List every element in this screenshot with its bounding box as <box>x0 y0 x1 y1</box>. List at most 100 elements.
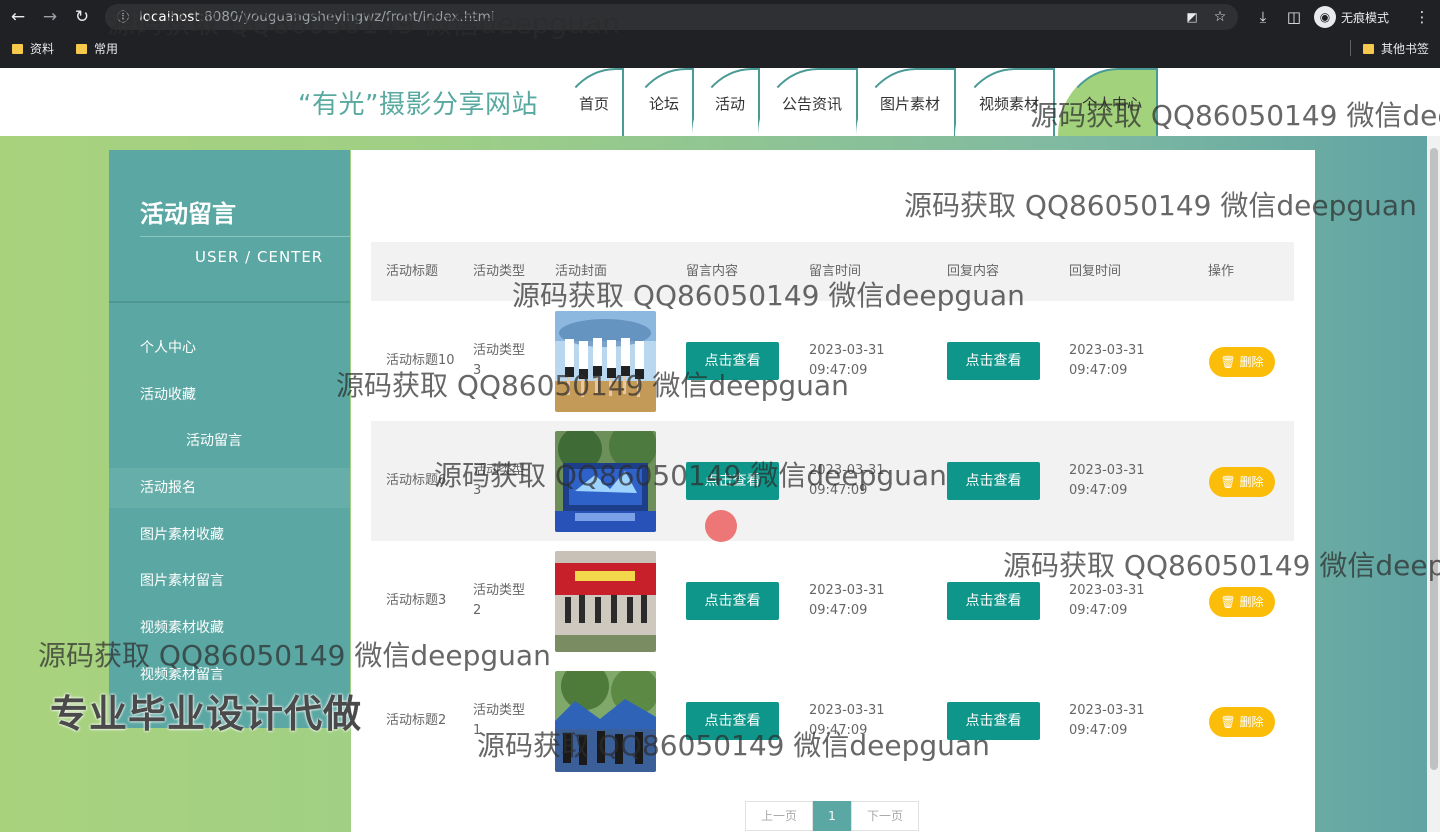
blocked-popup-icon[interactable]: ◩ <box>1183 8 1201 26</box>
divider <box>109 301 350 303</box>
site-header: “有光”摄影分享网站 首页 论坛 活动 公告资讯 图片素材 视频素材 个人中心 <box>0 68 1440 136</box>
nav-forum[interactable]: 论坛 <box>626 68 694 136</box>
click-indicator <box>705 510 737 542</box>
cell-reply-time: 2023-03-31 09:47:09 <box>1069 463 1145 498</box>
bookmark-folder[interactable]: 常用 <box>76 40 118 57</box>
pagination: 上一页 1 下一页 <box>745 801 919 831</box>
view-reply-button[interactable]: 点击查看 <box>947 702 1040 740</box>
view-reply-button[interactable]: 点击查看 <box>947 462 1040 500</box>
divider <box>1350 40 1351 56</box>
nav-user-center[interactable]: 个人中心 <box>1058 68 1158 136</box>
folder-icon <box>12 43 23 54</box>
scrollbar-thumb[interactable] <box>1430 148 1438 770</box>
other-bookmarks[interactable]: 其他书签 <box>1363 40 1429 57</box>
sidebar-item-user-center[interactable]: 个人中心 <box>109 328 350 368</box>
back-icon[interactable]: ← <box>7 6 29 28</box>
page-number-button[interactable]: 1 <box>813 801 851 831</box>
cell-message-time: 2023-03-31 09:47:09 <box>809 583 885 618</box>
download-icon[interactable]: ⤓ <box>1252 6 1274 28</box>
cell-message-time: 2023-03-31 09:47:09 <box>809 703 885 738</box>
promo-overlay-text: 专业毕业设计代做 <box>50 692 363 736</box>
main-content: 活动标题 活动类型 活动封面 留言内容 留言时间 回复内容 回复时间 操作 活动… <box>351 150 1315 832</box>
cell-reply-time: 2023-03-31 09:47:09 <box>1069 583 1145 618</box>
site-info-icon[interactable]: ⓘ <box>114 8 132 26</box>
cell-title: 活动标题10 <box>386 353 455 368</box>
nav-news[interactable]: 公告资讯 <box>758 68 858 136</box>
url-text: localhost:8080/youguangsheyingwz/front/i… <box>139 9 495 25</box>
cell-type: 活动类型3 <box>473 463 526 498</box>
cell-type: 活动类型3 <box>473 343 526 378</box>
folder-icon <box>1363 43 1374 54</box>
reload-icon[interactable]: ↻ <box>71 6 93 28</box>
bookmark-folder[interactable]: 资料 <box>12 40 54 57</box>
header-cell: 活动标题 <box>386 263 439 279</box>
sidebar-item-activity-signup[interactable]: 活动报名 <box>109 468 350 508</box>
cell-message-time: 2023-03-31 09:47:09 <box>809 463 885 498</box>
activity-cover-image <box>555 551 656 652</box>
trash-icon: 🗑 <box>1220 595 1240 609</box>
table-row: 活动标题2 活动类型1 点击查看 2023-03-31 09:47:09 点击查… <box>371 661 1294 781</box>
table-header: 活动标题 活动类型 活动封面 留言内容 留言时间 回复内容 回复时间 操作 <box>371 242 1294 301</box>
view-message-button[interactable]: 点击查看 <box>686 462 779 500</box>
incognito-label: 无痕模式 <box>1341 10 1390 25</box>
header-cell: 留言内容 <box>686 263 739 279</box>
view-message-button[interactable]: 点击查看 <box>686 702 779 740</box>
trash-icon: 🗑 <box>1220 715 1240 729</box>
incognito-badge[interactable]: ◉ 无痕模式 <box>1314 5 1389 29</box>
header-cell: 操作 <box>1208 263 1235 279</box>
forward-icon[interactable]: → <box>39 6 61 28</box>
sidebar-item-image-favorites[interactable]: 图片素材收藏 <box>109 515 350 555</box>
browser-chrome: ← → ↻ ⓘ localhost:8080/youguangsheyingwz… <box>0 0 1440 68</box>
menu-icon[interactable]: ⋮ <box>1411 6 1433 28</box>
nav-image-assets[interactable]: 图片素材 <box>856 68 956 136</box>
sidebar: 活动留言 USER / CENTER 个人中心 活动收藏 活动留言 活动报名 图… <box>109 150 350 728</box>
nav-activity[interactable]: 活动 <box>692 68 760 136</box>
folder-icon <box>76 43 87 54</box>
delete-button[interactable]: 🗑 删除 <box>1209 467 1275 497</box>
cell-type: 活动类型1 <box>473 703 526 738</box>
header-cell: 回复时间 <box>1069 263 1122 279</box>
delete-button[interactable]: 🗑 删除 <box>1209 587 1275 617</box>
trash-icon: 🗑 <box>1220 355 1240 369</box>
cell-reply-time: 2023-03-31 09:47:09 <box>1069 343 1145 378</box>
sidebar-subtitle: USER / CENTER <box>195 248 324 266</box>
table-row: 活动标题6 活动类型3 点击查看 2023-03-31 09:47:09 点击查… <box>371 421 1294 541</box>
header-cell: 回复内容 <box>947 263 1000 279</box>
activity-cover-image <box>555 311 656 412</box>
cell-reply-time: 2023-03-31 09:47:09 <box>1069 703 1145 738</box>
view-reply-button[interactable]: 点击查看 <box>947 582 1040 620</box>
header-cell: 留言时间 <box>809 263 862 279</box>
sidebar-title: 活动留言 <box>140 200 236 228</box>
header-cell: 活动封面 <box>555 263 608 279</box>
incognito-icon: ◉ <box>1314 6 1336 28</box>
view-message-button[interactable]: 点击查看 <box>686 342 779 380</box>
address-bar[interactable]: ⓘ localhost:8080/youguangsheyingwz/front… <box>105 4 1238 30</box>
sidebar-item-image-messages[interactable]: 图片素材留言 <box>109 561 350 601</box>
header-cell: 活动类型 <box>473 263 526 279</box>
cell-message-time: 2023-03-31 09:47:09 <box>809 343 885 378</box>
cell-title: 活动标题6 <box>386 473 447 488</box>
side-panel-icon[interactable]: ◫ <box>1283 6 1305 28</box>
prev-page-button[interactable]: 上一页 <box>745 801 813 831</box>
view-message-button[interactable]: 点击查看 <box>686 582 779 620</box>
bookmark-star-icon[interactable]: ☆ <box>1211 8 1229 26</box>
nav-video-assets[interactable]: 视频素材 <box>955 68 1055 136</box>
next-page-button[interactable]: 下一页 <box>851 801 919 831</box>
table-row: 活动标题3 活动类型2 点击查看 2023-03-31 09:47:09 点击查… <box>371 541 1294 661</box>
divider <box>140 236 350 237</box>
sidebar-item-video-favorites[interactable]: 视频素材收藏 <box>109 608 350 648</box>
nav-home[interactable]: 首页 <box>556 68 624 136</box>
view-reply-button[interactable]: 点击查看 <box>947 342 1040 380</box>
table-row: 活动标题10 活动类型3 点击查看 2023-03-31 09:47:09 点击… <box>371 301 1294 421</box>
activity-cover-image <box>555 671 656 772</box>
sidebar-item-activity-favorites[interactable]: 活动收藏 <box>109 375 350 415</box>
activity-cover-image <box>555 431 656 532</box>
cell-title: 活动标题2 <box>386 713 447 728</box>
delete-button[interactable]: 🗑 删除 <box>1209 707 1275 737</box>
sidebar-item-activity-messages[interactable]: 活动留言 <box>109 421 350 461</box>
site-title: “有光”摄影分享网站 <box>298 90 538 120</box>
cell-title: 活动标题3 <box>386 593 447 608</box>
delete-button[interactable]: 🗑 删除 <box>1209 347 1275 377</box>
trash-icon: 🗑 <box>1220 475 1240 489</box>
cell-type: 活动类型2 <box>473 583 526 618</box>
